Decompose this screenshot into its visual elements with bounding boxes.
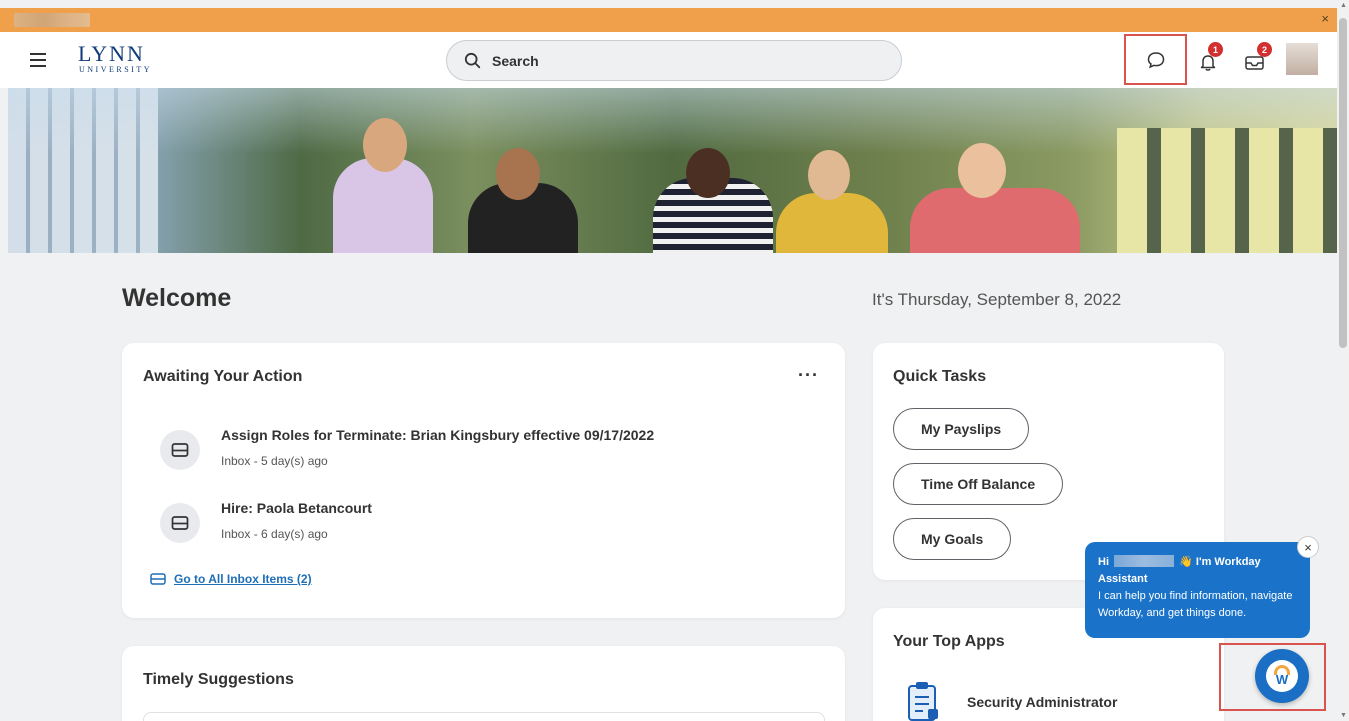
lynn-university-logo[interactable]: LYNN UNIVERSITY bbox=[78, 43, 158, 77]
scroll-down-arrow-icon[interactable]: ▼ bbox=[1340, 712, 1347, 719]
time-off-balance-button[interactable]: Time Off Balance bbox=[893, 463, 1064, 505]
logo-sub-text: UNIVERSITY bbox=[79, 65, 152, 74]
inbox-button[interactable]: 2 bbox=[1242, 42, 1274, 74]
clipboard-icon bbox=[908, 682, 938, 721]
current-date: It's Thursday, September 8, 2022 bbox=[872, 290, 1122, 309]
app-label: Security Administrator bbox=[967, 694, 1118, 710]
hero-image bbox=[8, 88, 1337, 253]
awaiting-action-card: Awaiting Your Action ··· Assign Roles fo… bbox=[122, 343, 845, 618]
notifications-badge: 1 bbox=[1208, 42, 1223, 57]
search-input[interactable] bbox=[492, 52, 872, 69]
logo-main-text: LYNN bbox=[78, 41, 145, 66]
inbox-item-title: Assign Roles for Terminate: Brian Kingsb… bbox=[221, 427, 655, 443]
inbox-item-title: Hire: Paola Betancourt bbox=[221, 500, 372, 516]
inbox-item-subtitle: Inbox - 5 day(s) ago bbox=[221, 454, 328, 468]
assistant-message: Hi 👋 I'm Workday Assistant I can help yo… bbox=[1085, 542, 1310, 638]
inbox-badge: 2 bbox=[1257, 42, 1272, 57]
redacted-banner-text bbox=[14, 13, 90, 27]
assistant-greeting: Hi bbox=[1098, 556, 1109, 568]
go-to-inbox-label: Go to All Inbox Items (2) bbox=[174, 572, 312, 586]
my-goals-button[interactable]: My Goals bbox=[893, 518, 1012, 560]
page-scrollbar[interactable]: ▲ ▼ bbox=[1337, 0, 1349, 721]
workday-assistant-icon: W bbox=[1266, 660, 1298, 692]
user-avatar[interactable] bbox=[1286, 43, 1318, 75]
my-payslips-button[interactable]: My Payslips bbox=[893, 408, 1030, 450]
quick-tasks-title: Quick Tasks bbox=[893, 368, 987, 385]
search-bar[interactable] bbox=[446, 40, 902, 81]
inbox-item-subtitle: Inbox - 6 day(s) ago bbox=[221, 527, 328, 541]
scrollbar-thumb[interactable] bbox=[1339, 18, 1347, 348]
page-title: Welcome bbox=[122, 284, 232, 312]
wave-icon: 👋 bbox=[1179, 556, 1193, 568]
more-options-icon[interactable]: ··· bbox=[798, 365, 819, 386]
top-banner: × bbox=[0, 8, 1337, 32]
suggestion-item[interactable] bbox=[143, 712, 825, 721]
app-security-administrator[interactable]: Security Administrator bbox=[903, 680, 1117, 721]
banner-close-icon[interactable]: × bbox=[1321, 11, 1329, 26]
chat-button[interactable] bbox=[1124, 34, 1187, 85]
chat-bubble-icon bbox=[1147, 51, 1164, 68]
assistant-body: I can help you find information, navigat… bbox=[1098, 590, 1293, 619]
search-icon bbox=[464, 52, 481, 68]
inbox-tray-icon bbox=[160, 430, 200, 470]
top-apps-title: Your Top Apps bbox=[893, 633, 1005, 650]
notifications-button[interactable]: 1 bbox=[1196, 42, 1226, 74]
top-header: LYNN UNIVERSITY 1 2 bbox=[0, 32, 1337, 88]
inbox-tray-icon bbox=[160, 503, 200, 543]
scroll-up-arrow-icon[interactable]: ▲ bbox=[1340, 2, 1347, 9]
menu-icon[interactable] bbox=[30, 53, 46, 67]
inbox-item[interactable]: Assign Roles for Terminate: Brian Kingsb… bbox=[160, 427, 800, 477]
assistant-close-icon[interactable]: × bbox=[1297, 536, 1319, 558]
inbox-item[interactable]: Hire: Paola Betancourt Inbox - 6 day(s) … bbox=[160, 500, 800, 550]
inbox-link-icon bbox=[150, 573, 166, 585]
redacted-user-name bbox=[1114, 555, 1175, 567]
workday-assistant-button[interactable]: W bbox=[1255, 649, 1309, 703]
timely-suggestions-title: Timely Suggestions bbox=[143, 671, 294, 688]
timely-suggestions-card: Timely Suggestions bbox=[122, 646, 845, 721]
awaiting-action-title: Awaiting Your Action bbox=[143, 368, 303, 385]
go-to-inbox-link[interactable]: Go to All Inbox Items (2) bbox=[150, 572, 312, 586]
